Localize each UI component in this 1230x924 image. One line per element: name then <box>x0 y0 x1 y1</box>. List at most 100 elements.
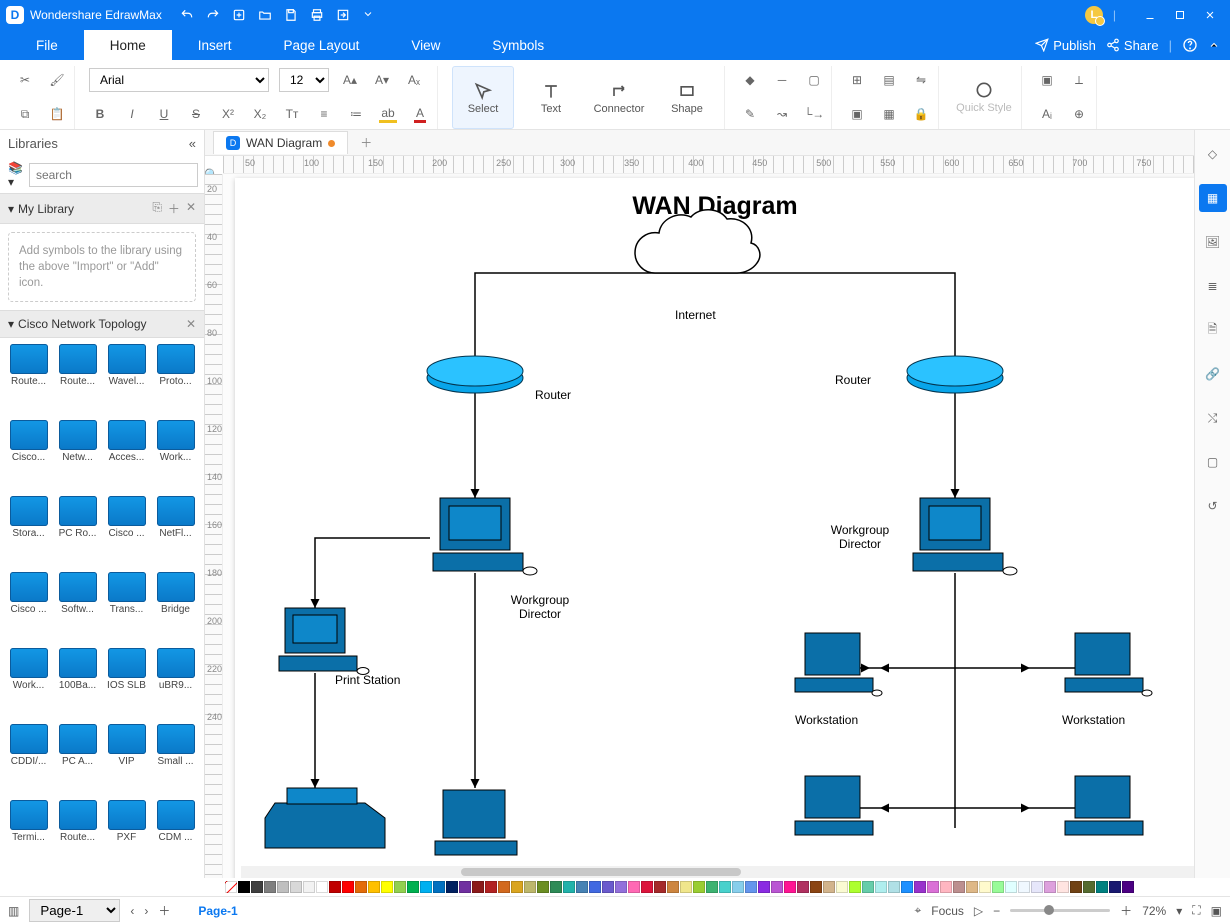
shape-item[interactable]: uBR9... <box>153 648 198 720</box>
highlight-button[interactable]: ab <box>377 103 399 125</box>
shape-item[interactable]: Trans... <box>104 572 149 644</box>
color-swatch[interactable] <box>953 881 965 893</box>
color-swatch[interactable] <box>537 881 549 893</box>
print-station[interactable] <box>279 608 369 675</box>
menu-page-layout[interactable]: Page Layout <box>258 30 386 60</box>
shape-item[interactable]: Termi... <box>6 800 51 872</box>
color-swatch[interactable] <box>810 881 822 893</box>
rail-history-icon[interactable]: ↺ <box>1199 492 1227 520</box>
shape-item[interactable]: PC A... <box>55 724 100 796</box>
color-swatch[interactable] <box>680 881 692 893</box>
print-icon[interactable] <box>310 8 324 22</box>
line-style-button[interactable]: ─ <box>771 69 793 91</box>
color-swatch[interactable] <box>693 881 705 893</box>
color-swatch[interactable] <box>1109 881 1121 893</box>
color-swatch[interactable] <box>459 881 471 893</box>
internet-node[interactable] <box>635 210 760 273</box>
workstation-1[interactable] <box>795 633 882 696</box>
color-swatch[interactable] <box>706 881 718 893</box>
color-swatch[interactable] <box>589 881 601 893</box>
shape-item[interactable]: Softw... <box>55 572 100 644</box>
subscript-button[interactable]: X₂ <box>249 103 271 125</box>
shape-item[interactable]: CDM ... <box>153 800 198 872</box>
bold-button[interactable]: B <box>89 103 111 125</box>
bullets-button[interactable]: ≡ <box>313 103 335 125</box>
text-fit-button[interactable]: Aᵢ <box>1036 103 1058 125</box>
workstation-3[interactable] <box>795 776 873 835</box>
color-swatch[interactable] <box>602 881 614 893</box>
italic-button[interactable]: I <box>121 103 143 125</box>
lock-button[interactable]: 🔒 <box>910 103 932 125</box>
color-swatch[interactable] <box>654 881 666 893</box>
color-swatch[interactable] <box>290 881 302 893</box>
color-swatch[interactable] <box>836 881 848 893</box>
color-swatch[interactable] <box>641 881 653 893</box>
color-swatch[interactable] <box>433 881 445 893</box>
color-swatch[interactable] <box>1005 881 1017 893</box>
color-swatch[interactable] <box>979 881 991 893</box>
route-button[interactable]: └→ <box>803 103 825 125</box>
color-swatch[interactable] <box>745 881 757 893</box>
bottom-pc[interactable] <box>435 790 517 855</box>
drawing-page[interactable]: WAN Diagram <box>235 178 1194 878</box>
no-color-swatch[interactable] <box>225 881 237 893</box>
zoom-in-button[interactable]: ＋ <box>1120 902 1132 919</box>
doc-tab[interactable]: D WAN Diagram <box>213 131 348 154</box>
crop-button[interactable]: ⟂ <box>1068 69 1090 91</box>
color-swatch[interactable] <box>550 881 562 893</box>
decrease-font-icon[interactable]: A▾ <box>371 69 393 91</box>
shape-item[interactable]: PXF <box>104 800 149 872</box>
canvas[interactable]: WAN Diagram <box>223 174 1194 878</box>
color-swatch[interactable] <box>901 881 913 893</box>
h-scrollbar[interactable] <box>241 866 1194 878</box>
case-button[interactable]: Tт <box>281 103 303 125</box>
text-tool[interactable]: Text <box>520 66 582 129</box>
shape-item[interactable]: Stora... <box>6 496 51 568</box>
close-lib-icon[interactable]: ✕ <box>186 200 196 217</box>
color-swatch[interactable] <box>472 881 484 893</box>
menu-view[interactable]: View <box>385 30 466 60</box>
new-icon[interactable] <box>232 8 246 22</box>
color-swatch[interactable] <box>277 881 289 893</box>
workstation-2[interactable] <box>1065 633 1152 696</box>
color-swatch[interactable] <box>1083 881 1095 893</box>
shape-item[interactable]: Work... <box>6 648 51 720</box>
bring-front-button[interactable]: ▣ <box>846 103 868 125</box>
shape-item[interactable]: Bridge <box>153 572 198 644</box>
focus-icon[interactable]: ⌖ <box>914 903 921 918</box>
rail-theme-icon[interactable]: ◇ <box>1199 140 1227 168</box>
router-right[interactable] <box>907 356 1003 393</box>
color-swatch[interactable] <box>862 881 874 893</box>
color-swatch[interactable] <box>251 881 263 893</box>
color-swatch[interactable] <box>966 881 978 893</box>
shape-item[interactable]: Acces... <box>104 420 149 492</box>
shape-item[interactable]: IOS SLB <box>104 648 149 720</box>
font-family-select[interactable]: Arial <box>89 68 269 92</box>
color-swatch[interactable] <box>329 881 341 893</box>
color-swatch[interactable] <box>888 881 900 893</box>
font-size-select[interactable]: 12 <box>279 68 329 92</box>
color-swatch[interactable] <box>576 881 588 893</box>
color-swatch[interactable] <box>849 881 861 893</box>
color-swatch[interactable] <box>303 881 315 893</box>
color-swatch[interactable] <box>407 881 419 893</box>
shape-item[interactable]: Cisco ... <box>6 572 51 644</box>
color-swatch[interactable] <box>615 881 627 893</box>
fit-page-button[interactable]: ▣ <box>1036 69 1058 91</box>
share-button[interactable]: Share <box>1106 38 1159 53</box>
wg-director-left[interactable] <box>433 498 537 575</box>
rail-shuffle-icon[interactable]: ⤭ <box>1199 404 1227 432</box>
shape-item[interactable]: VIP <box>104 724 149 796</box>
wg-director-right[interactable] <box>913 498 1017 575</box>
color-swatch[interactable] <box>485 881 497 893</box>
close-lib-icon[interactable]: ✕ <box>186 317 196 331</box>
shape-item[interactable]: Work... <box>153 420 198 492</box>
font-color-button[interactable]: A <box>409 103 431 125</box>
shape-item[interactable]: Small ... <box>153 724 198 796</box>
color-swatch[interactable] <box>1044 881 1056 893</box>
add-icon[interactable]: ＋ <box>168 200 180 217</box>
shape-item[interactable]: Route... <box>55 800 100 872</box>
strike-button[interactable]: S <box>185 103 207 125</box>
color-swatch[interactable] <box>732 881 744 893</box>
close-icon[interactable] <box>1204 9 1216 21</box>
